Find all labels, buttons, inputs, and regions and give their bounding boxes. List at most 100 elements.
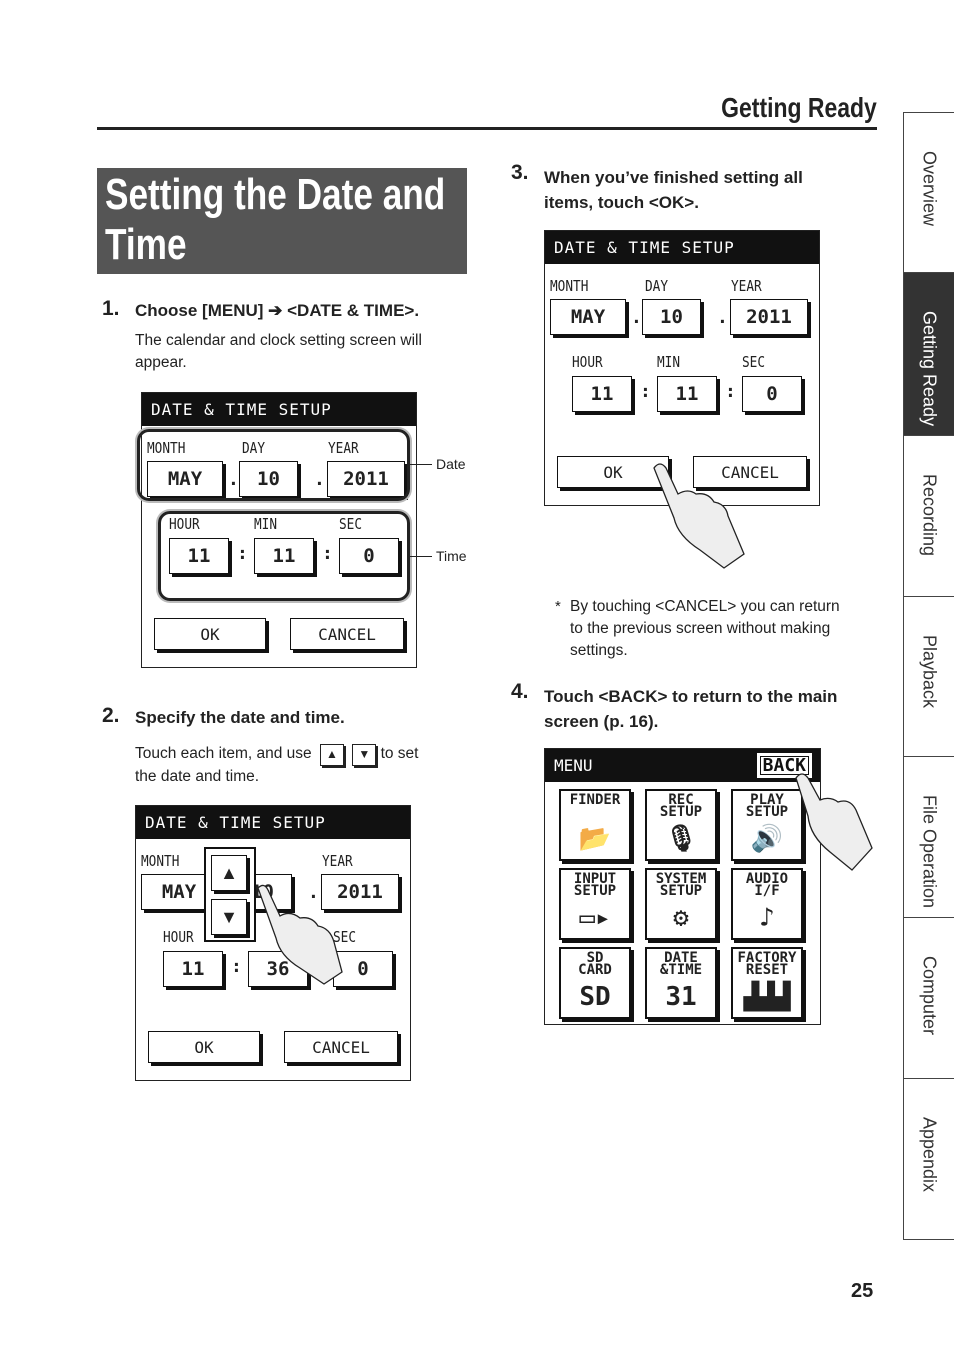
section-header: Getting Ready [721, 92, 877, 123]
side-tab-file-operation[interactable]: File Operation [903, 757, 954, 918]
month-field[interactable]: MAY [550, 299, 626, 335]
menu-item-date-time[interactable]: DATE &TIME 31 [645, 947, 717, 1019]
time-highlight-frame [158, 511, 410, 601]
step-1-heading: Choose [MENU] ➔ <DATE & TIME>. [135, 301, 420, 320]
ok-button[interactable]: OK [154, 618, 266, 650]
menu-item-label: REC SETUP [659, 792, 703, 820]
side-tab-playback[interactable]: Playback [903, 597, 954, 757]
title-line-2: Time [105, 220, 187, 269]
step-2-number: 2. [102, 704, 120, 727]
time-callout-line [410, 556, 432, 557]
folder-icon: 📂 [578, 824, 612, 854]
screen-title: DATE & TIME SETUP [136, 806, 410, 839]
down-button[interactable]: ▼ [211, 899, 247, 935]
screen-title: DATE & TIME SETUP [545, 231, 819, 264]
side-tab-appendix[interactable]: Appendix [903, 1079, 954, 1240]
header-rule [97, 127, 877, 130]
step-2-heading: Specify the date and time. [135, 708, 345, 727]
step-1-body: The calendar and clock setting screen wi… [135, 332, 422, 349]
step-3-number: 3. [511, 161, 529, 184]
cancel-button[interactable]: CANCEL [284, 1031, 398, 1063]
date-highlight-frame [137, 429, 410, 501]
separator: : [640, 381, 651, 402]
month-label: MONTH [141, 852, 180, 870]
menu-screen: MENU BACK FINDER 📂 REC SETUP 🎙 PLAY SETUP 🔊 IN… [544, 748, 821, 1025]
pointing-hand-icon [653, 463, 745, 569]
up-down-popup: ▲ ▼ [204, 847, 256, 942]
factory-icon: ▟▟▟ [743, 982, 791, 1012]
step-4-heading: screen (p. 16). [544, 712, 659, 731]
side-tab-computer[interactable]: Computer [903, 918, 954, 1079]
year-label: YEAR [731, 277, 762, 295]
hour-label: HOUR [572, 353, 603, 371]
down-arrow-icon: ▼ [352, 744, 377, 766]
menu-item-label: INPUT SETUP [573, 871, 617, 899]
side-tab-recording[interactable]: Recording [903, 436, 954, 597]
menu-item-input-setup[interactable]: INPUT SETUP ▭▸ [559, 868, 631, 940]
menu-item-label: AUDIO I/F [745, 871, 789, 899]
sec-field[interactable]: 0 [742, 376, 802, 412]
hour-field[interactable]: 11 [572, 376, 632, 412]
menu-item-audio-i-f[interactable]: AUDIO I/F ♪ [731, 868, 803, 940]
up-arrow-icon: ▲ [319, 744, 344, 766]
cancel-button[interactable]: CANCEL [290, 618, 404, 650]
step-2-body: the date and time. [135, 768, 260, 785]
menu-item-label: FINDER [569, 792, 621, 808]
step-1-body: appear. [135, 354, 187, 371]
time-callout: Time [436, 548, 467, 564]
note-text: to the previous screen without making [570, 620, 831, 637]
year-field[interactable]: 2011 [730, 299, 808, 335]
separator: . [631, 307, 642, 328]
side-tab-label: Getting Ready [919, 311, 940, 427]
step-3-heading: When you’ve finished setting all [544, 168, 803, 187]
title-line-1: Setting the Date and [105, 170, 446, 219]
menu-item-label: FACTORY RESET [737, 950, 797, 978]
separator: : [725, 381, 736, 402]
pointing-hand-icon [795, 773, 873, 871]
min-field[interactable]: 11 [657, 376, 717, 412]
month-label: MONTH [550, 277, 589, 295]
side-tab-getting-ready[interactable]: Getting Ready [903, 273, 954, 436]
date-callout: Date [436, 456, 466, 472]
calendar-icon: 31 [665, 982, 697, 1012]
menu-item-label: SYSTEM SETUP [655, 871, 707, 899]
sd-card-icon: SD [579, 982, 611, 1012]
min-label: MIN [657, 353, 681, 371]
menu-item-system-setup[interactable]: SYSTEM SETUP ⚙ [645, 868, 717, 940]
step-4-number: 4. [511, 680, 529, 703]
screen-title: DATE & TIME SETUP [142, 393, 416, 426]
menu-item-finder[interactable]: FINDER 📂 [559, 789, 631, 861]
step-2-body: Touch each item, and use [135, 745, 312, 762]
note-text: settings. [570, 642, 628, 659]
hour-field[interactable]: 11 [163, 951, 223, 987]
separator: : [231, 956, 242, 977]
year-label: YEAR [322, 852, 353, 870]
note-mark: * [555, 598, 561, 615]
wrench-chip-icon: ⚙ [673, 903, 689, 933]
page-title: Setting the Date and Time [97, 168, 467, 274]
step-2-body: to set [380, 745, 419, 762]
date-callout-line [410, 464, 432, 465]
menu-item-label: SD CARD [578, 950, 612, 978]
day-field[interactable]: 10 [642, 299, 701, 335]
side-tab-overview[interactable]: Overview [903, 112, 954, 273]
side-tab-label: Computer [919, 956, 940, 1036]
menu-item-sd-card[interactable]: SD CARD SD [559, 947, 631, 1019]
menu-item-label: DATE &TIME [659, 950, 703, 978]
microphone-icon: 🎙 [664, 824, 698, 854]
page-number: 25 [851, 1280, 874, 1302]
separator: . [717, 307, 728, 328]
pointing-hand-icon [257, 884, 343, 985]
step-3-heading: items, touch <OK>. [544, 193, 699, 212]
hour-label: HOUR [163, 928, 194, 946]
menu-item-factory-reset[interactable]: FACTORY RESET ▟▟▟ [731, 947, 803, 1019]
ok-button[interactable]: OK [148, 1031, 260, 1063]
side-tab-label: Overview [919, 151, 940, 227]
menu-item-rec-setup[interactable]: REC SETUP 🎙 [645, 789, 717, 861]
side-tab-label: File Operation [919, 795, 940, 909]
up-button[interactable]: ▲ [211, 855, 247, 891]
computer-audio-icon: ♪ [759, 903, 775, 933]
step-4-heading: Touch <BACK> to return to the main [544, 687, 838, 706]
step-1-number: 1. [102, 297, 120, 320]
side-tab-label: Appendix [919, 1117, 940, 1193]
